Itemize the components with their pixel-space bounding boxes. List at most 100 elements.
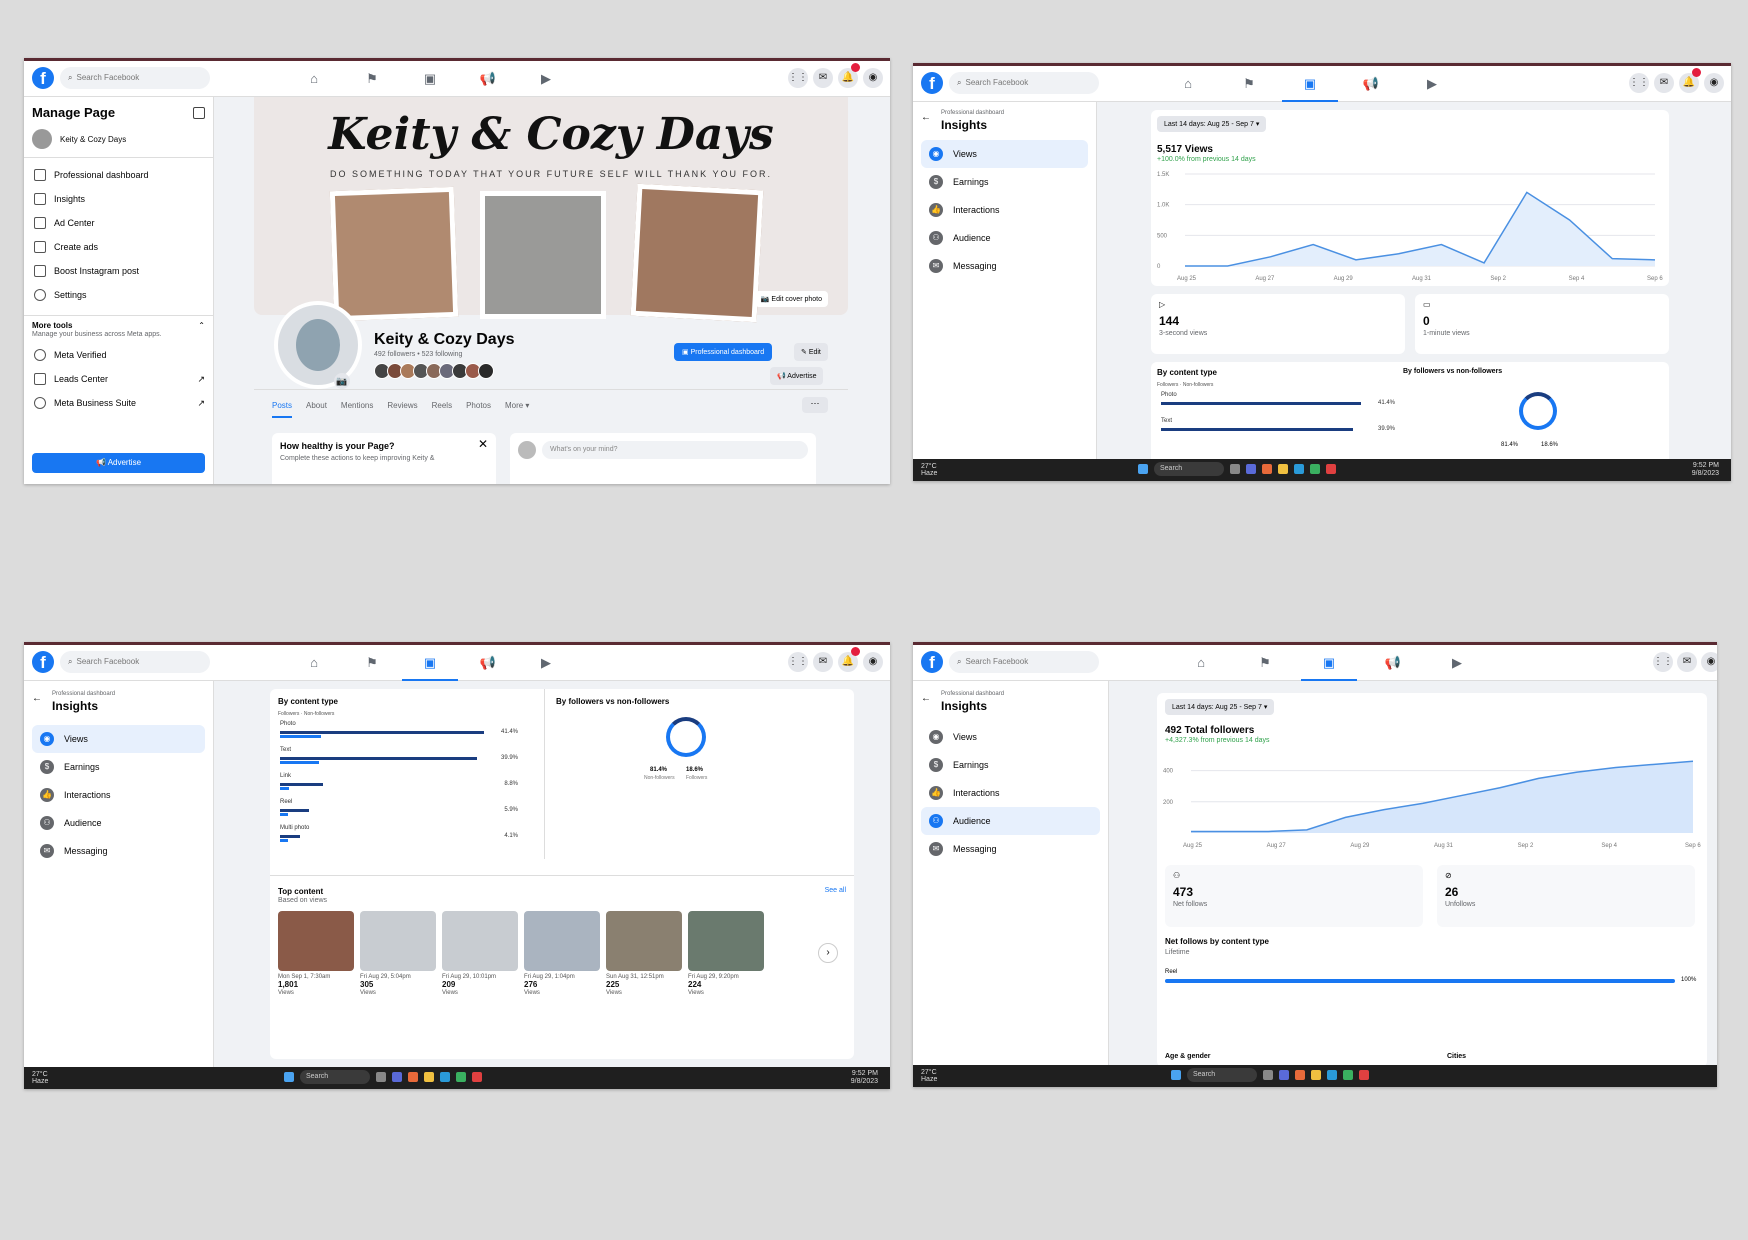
tool-meta-business-suite[interactable]: Meta Business Suite ↗ [24, 391, 213, 415]
app-icon[interactable] [408, 1072, 418, 1082]
chevron-up-icon[interactable]: ⌃ [198, 321, 205, 330]
task-view-icon[interactable] [1263, 1070, 1273, 1080]
flag-icon[interactable]: ⚑ [1221, 66, 1277, 102]
chrome-icon[interactable] [1326, 464, 1336, 474]
back-arrow-icon[interactable]: ← [32, 693, 42, 704]
sidebar-item-ad-center[interactable]: Ad Center [24, 211, 213, 235]
taskbar-search[interactable]: Search [1154, 462, 1224, 476]
sidebar-item-insights[interactable]: Insights [24, 187, 213, 211]
dashboard-icon[interactable]: ▣ [1301, 645, 1357, 681]
edge-icon[interactable] [440, 1072, 450, 1082]
store-icon[interactable] [456, 1072, 466, 1082]
tab-reels[interactable]: Reels [432, 401, 452, 418]
sidebar-item-professional-dashboard[interactable]: Professional dashboard [24, 163, 213, 187]
top-content-thumbnail[interactable] [524, 911, 600, 971]
sidebar-item-views[interactable]: ◉ Views [921, 140, 1088, 168]
flag-icon[interactable]: ⚑ [344, 645, 400, 681]
sidebar-item-create-ads[interactable]: Create ads [24, 235, 213, 259]
dashboard-icon[interactable]: ▣ [1282, 66, 1338, 102]
search-input[interactable]: ⌕ Search Facebook [60, 651, 210, 673]
messenger-icon[interactable]: ✉ [1654, 73, 1674, 93]
menu-grid-icon[interactable]: ⋮⋮ [1629, 73, 1649, 93]
dashboard-icon[interactable]: ▣ [402, 645, 458, 681]
back-arrow-icon[interactable]: ← [921, 693, 931, 704]
sidebar-item-earnings[interactable]: $ Earnings [921, 751, 1100, 779]
windows-start-icon[interactable] [1138, 464, 1148, 474]
taskbar-search[interactable]: Search [1187, 1068, 1257, 1082]
tool-leads-center[interactable]: Leads Center ↗ [24, 367, 213, 391]
facebook-logo-icon[interactable]: f [921, 651, 943, 673]
search-input[interactable]: ⌕ Search Facebook [949, 72, 1099, 94]
messenger-icon[interactable]: ✉ [813, 652, 833, 672]
app-icon[interactable] [1262, 464, 1272, 474]
tab-photos[interactable]: Photos [466, 401, 491, 418]
megaphone-icon[interactable]: 📢 [1343, 66, 1399, 102]
messenger-icon[interactable]: ✉ [813, 68, 833, 88]
dashboard-icon[interactable]: ▣ [402, 61, 458, 97]
sidebar-item-views[interactable]: ◉ Views [32, 725, 205, 753]
facebook-logo-icon[interactable]: f [32, 67, 54, 89]
sidebar-item-messaging[interactable]: ✉ Messaging [921, 252, 1088, 280]
menu-grid-icon[interactable]: ⋮⋮ [788, 652, 808, 672]
avatar[interactable]: ◉ [863, 652, 883, 672]
video-icon[interactable]: ▶ [518, 61, 574, 97]
store-icon[interactable] [1310, 464, 1320, 474]
composer-input[interactable]: What's on your mind? [542, 441, 808, 459]
chat-app-icon[interactable] [1246, 464, 1256, 474]
sidebar-item-interactions[interactable]: 👍 Interactions [32, 781, 205, 809]
professional-dashboard-button[interactable]: ▣ Professional dashboard [674, 343, 773, 361]
sidebar-item-interactions[interactable]: 👍 Interactions [921, 196, 1088, 224]
avatar[interactable]: ◉ [1704, 73, 1724, 93]
edit-button[interactable]: ✎ Edit [794, 343, 828, 361]
camera-icon[interactable]: 📷 [334, 373, 350, 389]
sidebar-item-audience[interactable]: ⚇ Audience [921, 807, 1100, 835]
tab-posts[interactable]: Posts [272, 401, 293, 418]
see-all-link[interactable]: See all [825, 887, 846, 894]
top-content-thumbnail[interactable] [606, 911, 682, 971]
date-range-dropdown[interactable]: Last 14 days: Aug 25 - Sep 7 ▾ [1165, 699, 1275, 715]
chat-app-icon[interactable] [392, 1072, 402, 1082]
weather-widget[interactable]: 27°C Haze [32, 1071, 48, 1085]
sidebar-item-audience[interactable]: ⚇ Audience [32, 809, 205, 837]
sidebar-item-interactions[interactable]: 👍 Interactions [921, 779, 1100, 807]
video-icon[interactable]: ▶ [1404, 66, 1460, 102]
megaphone-icon[interactable]: 📢 [460, 645, 516, 681]
weather-widget[interactable]: 27°C Haze [921, 463, 937, 477]
store-icon[interactable] [1343, 1070, 1353, 1080]
sidebar-item-earnings[interactable]: $ Earnings [921, 168, 1088, 196]
home-icon[interactable]: ⌂ [286, 61, 342, 97]
home-icon[interactable]: ⌂ [1160, 66, 1216, 102]
tab-about[interactable]: About [306, 401, 327, 418]
tab-mentions[interactable]: Mentions [341, 401, 373, 418]
task-view-icon[interactable] [1230, 464, 1240, 474]
sidebar-item-audience[interactable]: ⚇ Audience [921, 224, 1088, 252]
close-icon[interactable]: ✕ [478, 437, 488, 451]
edge-icon[interactable] [1327, 1070, 1337, 1080]
sidebar-item-boost-instagram[interactable]: Boost Instagram post [24, 259, 213, 283]
flag-icon[interactable]: ⚑ [1237, 645, 1293, 681]
sidebar-item-views[interactable]: ◉ Views [921, 723, 1100, 751]
clock[interactable]: 9:52 PM 9/8/2023 [851, 1070, 878, 1086]
windows-start-icon[interactable] [284, 1072, 294, 1082]
facebook-logo-icon[interactable]: f [32, 651, 54, 673]
folder-icon[interactable] [424, 1072, 434, 1082]
sidebar-item-settings[interactable]: Settings [24, 283, 213, 307]
advertise-button[interactable]: 📢 Advertise [32, 453, 205, 473]
top-content-thumbnail[interactable] [688, 911, 764, 971]
top-content-thumbnail[interactable] [278, 911, 354, 971]
chrome-icon[interactable] [1359, 1070, 1369, 1080]
megaphone-icon[interactable]: 📢 [460, 61, 516, 97]
folder-icon[interactable] [1311, 1070, 1321, 1080]
app-icon[interactable] [1295, 1070, 1305, 1080]
avatar[interactable]: ◉ [863, 68, 883, 88]
video-icon[interactable]: ▶ [518, 645, 574, 681]
advertise-small-button[interactable]: 📢 Advertise [770, 367, 824, 385]
home-icon[interactable]: ⌂ [1173, 645, 1229, 681]
megaphone-icon[interactable]: 📢 [1365, 645, 1421, 681]
top-content-thumbnail[interactable] [442, 911, 518, 971]
home-icon[interactable]: ⌂ [286, 645, 342, 681]
collapse-icon[interactable] [193, 107, 205, 119]
windows-start-icon[interactable] [1171, 1070, 1181, 1080]
search-input[interactable]: ⌕ Search Facebook [60, 67, 210, 89]
date-range-dropdown[interactable]: Last 14 days: Aug 25 - Sep 7 ▾ [1157, 116, 1267, 132]
